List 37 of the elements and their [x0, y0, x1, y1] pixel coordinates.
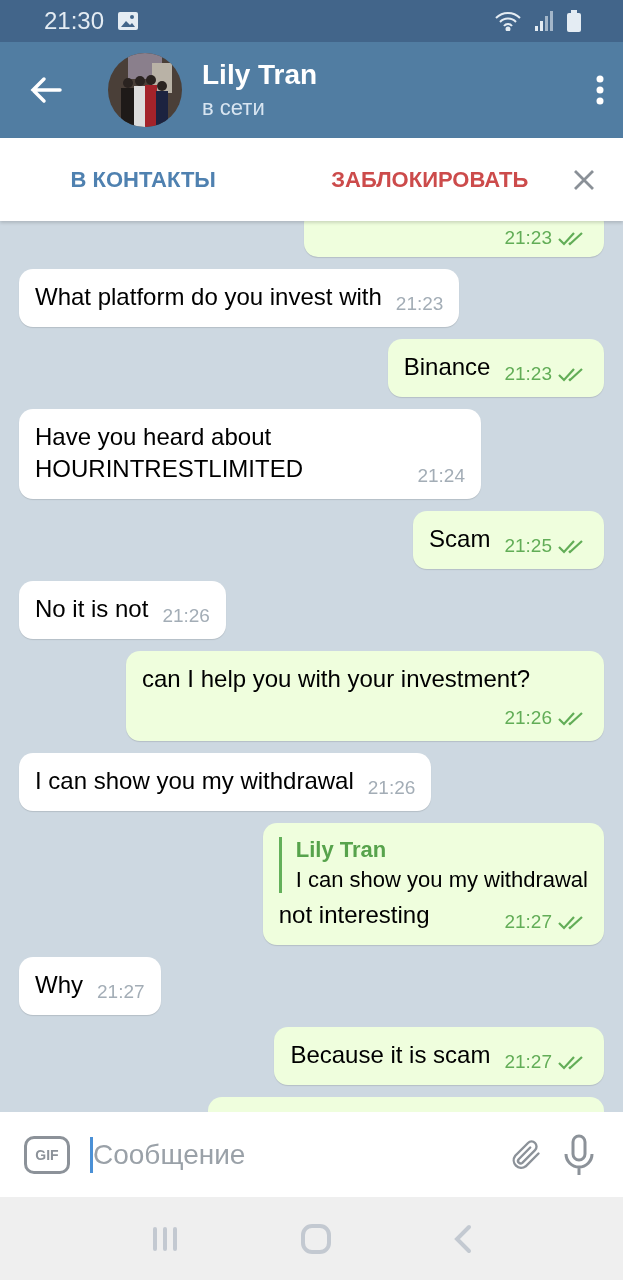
- message-text: Scam: [429, 525, 491, 552]
- message-time: 21:24: [417, 465, 465, 487]
- back-button[interactable]: [30, 76, 62, 104]
- message-time: 21:23: [504, 227, 552, 249]
- battery-icon: [567, 10, 581, 32]
- more-menu-button[interactable]: [595, 75, 605, 105]
- add-contact-button[interactable]: В КОНТАКТЫ: [0, 156, 287, 203]
- message-time: 21:27: [97, 981, 145, 1003]
- close-button[interactable]: [573, 168, 595, 191]
- reply-text: I can show you my withdrawal: [295, 867, 588, 893]
- message-time: 21:26: [162, 605, 210, 627]
- contact-status: в сети: [202, 95, 266, 121]
- message-text: can I help you with your investment?: [142, 665, 531, 692]
- block-button[interactable]: ЗАБЛОКИРОВАТЬ: [286, 156, 573, 203]
- message-text: not interesting: [278, 901, 430, 928]
- message-time: 21:26: [367, 777, 416, 799]
- gif-button[interactable]: GIF: [24, 1135, 70, 1174]
- message-text: Binance: [403, 353, 491, 380]
- message-text: What platform do you invest with: [35, 283, 382, 310]
- message-time: 21:27: [504, 911, 552, 933]
- image-icon: [118, 12, 139, 30]
- wifi-icon: [495, 11, 521, 31]
- message-time: 21:27: [504, 1051, 552, 1073]
- message-text: Because it is scam: [290, 1041, 491, 1068]
- clock: 21:30: [44, 7, 105, 35]
- message-time: 21:26: [504, 707, 552, 729]
- microphone-button[interactable]: [563, 1133, 595, 1176]
- message-text: No it is not: [35, 595, 149, 622]
- message-time: 21:25: [504, 535, 552, 557]
- signal-icon: [535, 11, 553, 31]
- message-text: Have you heard about HOURINTRESTLIMITED: [35, 423, 303, 482]
- contact-name: Lily Tran: [202, 59, 319, 91]
- message-time: 21:23: [395, 293, 444, 315]
- message-time: 21:23: [504, 363, 552, 385]
- message-text: I can show you my withdrawal: [35, 767, 354, 794]
- reply-author: Lily Tran: [295, 837, 388, 863]
- message-text: Why: [35, 971, 83, 998]
